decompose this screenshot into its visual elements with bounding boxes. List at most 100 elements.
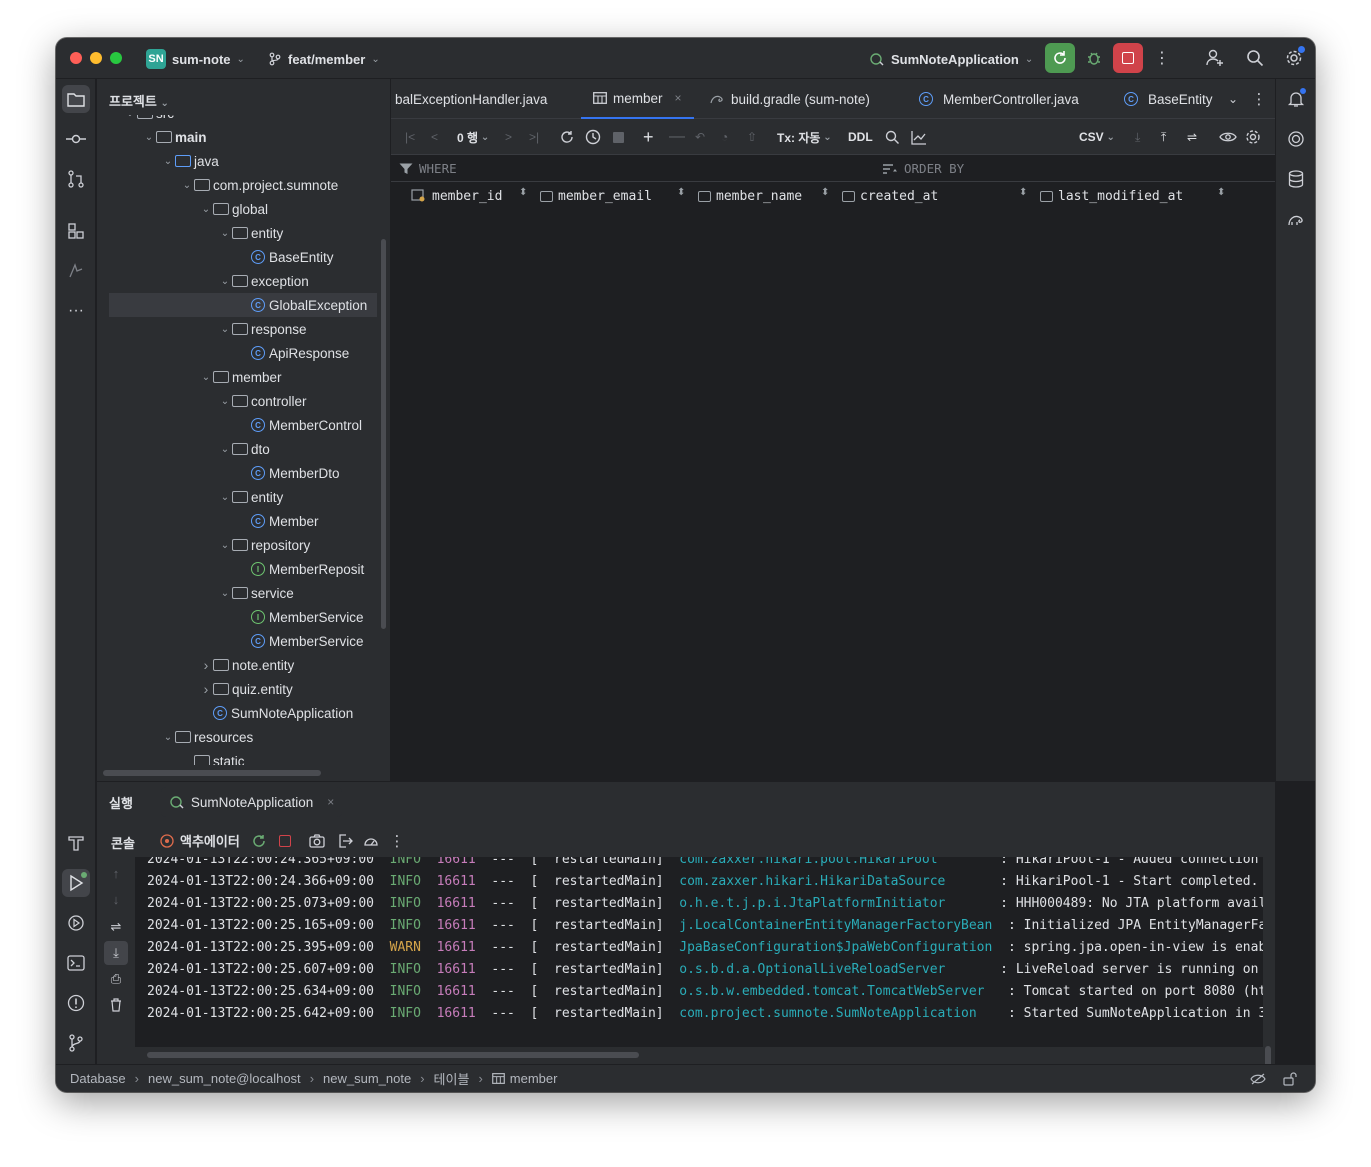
next-page-button[interactable]: >	[505, 127, 512, 147]
chevron-down-icon[interactable]: ⌄	[199, 372, 213, 383]
revert-button[interactable]: ↶	[695, 127, 705, 147]
settings-button[interactable]	[1279, 43, 1309, 73]
clear-console-button[interactable]	[104, 993, 128, 1017]
tree-node[interactable]: I MemberService	[97, 605, 377, 629]
tab-global-exception-handler[interactable]: balExceptionHandler.java	[395, 79, 547, 119]
debug-button[interactable]	[1079, 43, 1109, 73]
chevron-down-icon[interactable]: ⌄	[218, 324, 232, 335]
chevron-down-icon[interactable]: ⌄	[142, 132, 156, 143]
chevron-down-icon[interactable]: ⌄	[123, 115, 137, 119]
database-tool-button[interactable]	[1284, 167, 1308, 191]
tree-horizontal-scrollbar[interactable]	[103, 770, 321, 776]
tree-node[interactable]: › quiz.entity	[97, 677, 377, 701]
hide-highlighting-button[interactable]	[1246, 1067, 1270, 1091]
services-tool-button[interactable]	[64, 911, 88, 935]
log-logger[interactable]: JpaBaseConfiguration$JpaWebConfiguration	[679, 940, 992, 955]
tree-node[interactable]: I MemberReposit	[97, 557, 377, 581]
preview-changes-button[interactable]: ◔	[721, 127, 728, 147]
log-logger[interactable]: o.s.b.w.embedded.tomcat.TomcatWebServer	[679, 984, 992, 999]
chevron-right-icon[interactable]: ›	[199, 681, 213, 697]
tree-node[interactable]: ⌄ resources	[97, 725, 377, 749]
add-row-button[interactable]: +	[643, 127, 654, 147]
actuator-tab[interactable]: 액추에이터	[159, 831, 240, 850]
last-page-button[interactable]: >|	[529, 127, 539, 147]
where-filter[interactable]: WHERE	[399, 161, 457, 176]
tree-node[interactable]: ⌄ exception	[97, 269, 377, 293]
branch-switcher[interactable]: feat/member ⌄	[268, 49, 380, 69]
reload-button[interactable]	[559, 127, 575, 147]
tree-node[interactable]: ⌄ response	[97, 317, 377, 341]
chevron-down-icon[interactable]: ⌄	[199, 204, 213, 215]
export-format-selector[interactable]: CSV ⌄	[1079, 127, 1115, 147]
tab-member[interactable]: member ×	[581, 79, 694, 119]
tree-node[interactable]: ⌄ repository	[97, 533, 377, 557]
column-header-member-email[interactable]: member_email	[540, 187, 652, 205]
column-header-member-name[interactable]: member_name	[698, 187, 802, 205]
profiler-button[interactable]	[359, 829, 383, 853]
endpoints-tool-button[interactable]	[64, 259, 88, 283]
console-tab[interactable]: 콘솔	[111, 833, 135, 852]
breadcrumb-data-source[interactable]: new_sum_note@localhost	[148, 1071, 301, 1086]
log-logger[interactable]: o.s.b.d.a.OptionalLiveReloadServer	[679, 962, 984, 977]
soft-wrap-button[interactable]: ⇌	[104, 915, 128, 939]
first-page-button[interactable]: |<	[405, 127, 415, 147]
problems-tool-button[interactable]	[64, 991, 88, 1015]
chart-button[interactable]	[911, 127, 927, 147]
breadcrumb-schema[interactable]: new_sum_note	[323, 1071, 411, 1086]
view-mode-button[interactable]	[1219, 127, 1237, 147]
tree-node[interactable]: C GlobalException	[109, 293, 377, 317]
ddl-button[interactable]: DDL	[848, 127, 873, 147]
tree-node[interactable]: ⌄ dto	[97, 437, 377, 461]
run-tab-sumnote[interactable]: SumNoteApplication ×	[160, 787, 343, 817]
exit-button[interactable]	[333, 829, 357, 853]
close-window-button[interactable]	[70, 52, 82, 64]
tree-node[interactable]: ⌄ com.project.sumnote	[97, 173, 377, 197]
minimize-window-button[interactable]	[90, 52, 102, 64]
chevron-right-icon[interactable]: ›	[199, 657, 213, 673]
transaction-mode-selector[interactable]: Tx: 자동 ⌄	[777, 127, 832, 147]
tree-vertical-scrollbar[interactable]	[381, 239, 386, 629]
ai-assistant-button[interactable]	[1284, 127, 1308, 151]
sort-icon[interactable]: ⬍	[677, 187, 685, 198]
tree-node[interactable]: C SumNoteApplication	[97, 701, 377, 725]
delete-row-button[interactable]: —	[669, 127, 685, 147]
code-with-me-button[interactable]	[1200, 43, 1230, 73]
tree-node[interactable]: static	[97, 749, 377, 765]
tab-member-controller[interactable]: C MemberController.java	[919, 79, 1079, 119]
sort-icon[interactable]: ⬍	[1217, 187, 1225, 198]
project-tool-button[interactable]	[62, 85, 90, 113]
rows-selector[interactable]: 0 행 ⌄	[457, 127, 489, 147]
chevron-down-icon[interactable]: ⌄	[218, 228, 232, 239]
pull-requests-tool-button[interactable]	[64, 167, 88, 191]
console-horizontal-scrollbar[interactable]	[147, 1052, 639, 1058]
print-button[interactable]: ⎙	[104, 967, 128, 991]
scroll-down-button[interactable]: ↓	[104, 887, 128, 911]
tree-node[interactable]: › note.entity	[97, 653, 377, 677]
sort-icon[interactable]: ⬍	[821, 187, 829, 198]
log-logger[interactable]: com.project.sumnote.SumNoteApplication	[679, 1006, 992, 1021]
chevron-down-icon[interactable]: ⌄	[218, 444, 232, 455]
tree-node[interactable]: ⌄ src	[97, 115, 377, 125]
gradle-tool-button[interactable]	[1284, 207, 1308, 231]
tabs-overflow-button[interactable]: ⌄	[1221, 87, 1245, 111]
breadcrumb-tables[interactable]: 테이블	[434, 1069, 470, 1088]
close-tab-icon[interactable]: ×	[675, 91, 682, 105]
find-button[interactable]	[885, 127, 900, 147]
chevron-down-icon[interactable]: ⌄	[180, 180, 194, 191]
tree-node[interactable]: ⌄ entity	[97, 485, 377, 509]
tree-node[interactable]: ⌄ entity	[97, 221, 377, 245]
cancel-query-button[interactable]	[613, 127, 624, 147]
breadcrumb-database[interactable]: Database	[70, 1071, 126, 1086]
export-button[interactable]: ⤒	[1161, 127, 1166, 147]
chevron-down-icon[interactable]: ⌄	[161, 156, 175, 167]
tree-node[interactable]: C Member	[97, 509, 377, 533]
order-by-filter[interactable]: ORDER BY	[882, 161, 964, 176]
run-config-selector[interactable]: SumNoteApplication ⌄	[869, 49, 1033, 69]
terminal-tool-button[interactable]	[64, 951, 88, 975]
commit-tool-button[interactable]	[64, 127, 88, 151]
tree-node[interactable]: ⌄ member	[97, 365, 377, 389]
chevron-down-icon[interactable]: ⌄	[218, 492, 232, 503]
chevron-down-icon[interactable]: ⌄	[218, 540, 232, 551]
more-actions-button[interactable]: ⋮	[1147, 43, 1177, 73]
tree-node[interactable]: C MemberService	[97, 629, 377, 653]
